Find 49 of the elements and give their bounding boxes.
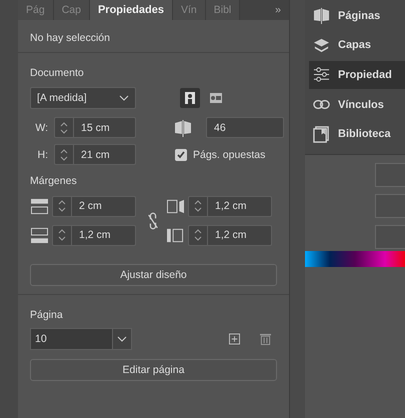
sliders-icon bbox=[313, 66, 330, 84]
margin-field[interactable]: 1,2 cm bbox=[52, 224, 136, 246]
margin-field[interactable]: 1,2 cm bbox=[188, 196, 272, 216]
margin-field[interactable]: 1,2 cm bbox=[188, 224, 272, 246]
trash-icon[interactable] bbox=[260, 333, 271, 345]
pages-icon bbox=[174, 118, 192, 136]
add-page-icon[interactable] bbox=[229, 333, 240, 345]
height-label: H: bbox=[36, 148, 48, 160]
portrait-page-icon bbox=[184, 91, 196, 105]
dock-panel-button[interactable]: Capas bbox=[309, 32, 405, 60]
pages-icon bbox=[313, 7, 330, 24]
dock-panel-button[interactable]: Biblioteca bbox=[309, 120, 405, 148]
preset-dropdown[interactable]: [A medida] bbox=[30, 87, 136, 109]
width-field[interactable]: 15 cm bbox=[54, 117, 136, 138]
dock-panel-button[interactable]: Vínculos bbox=[309, 90, 405, 118]
spinner-icon[interactable] bbox=[194, 228, 202, 242]
top-margin-icon bbox=[30, 198, 49, 214]
dock-panel-button[interactable]: Páginas bbox=[309, 2, 405, 30]
selection-status: No hay selección bbox=[30, 32, 111, 44]
edit-page-button[interactable]: Editar página bbox=[30, 359, 277, 381]
layers-icon bbox=[313, 36, 330, 54]
spinner-icon[interactable] bbox=[60, 120, 68, 134]
section-title: Márgenes bbox=[30, 175, 78, 187]
broken-chain-icon[interactable] bbox=[147, 210, 159, 230]
section-title: Documento bbox=[30, 67, 85, 79]
facing-pages-checkbox[interactable] bbox=[175, 148, 187, 160]
height-field[interactable]: 21 cm bbox=[54, 144, 136, 165]
portrait-button[interactable] bbox=[180, 88, 200, 108]
dock-panel-button[interactable]: Propiedad bbox=[309, 61, 405, 89]
spinner-icon[interactable] bbox=[58, 199, 66, 213]
more-tabs-button[interactable]: » bbox=[267, 0, 289, 20]
facing-pages-label: Págs. opuestas bbox=[193, 148, 266, 160]
book-icon bbox=[313, 126, 330, 143]
caret-icon bbox=[117, 336, 127, 342]
spinner-icon[interactable] bbox=[58, 228, 66, 242]
spinner-icon[interactable] bbox=[60, 148, 68, 162]
section-title: Página bbox=[30, 309, 64, 321]
margin-field[interactable]: 2 cm bbox=[52, 196, 136, 216]
panel-tab[interactable]: Propiedades bbox=[90, 0, 173, 20]
pages-field[interactable]: 46 bbox=[206, 117, 284, 138]
left-margin-icon bbox=[166, 226, 185, 244]
caret-icon bbox=[119, 95, 129, 101]
right-margin-icon bbox=[166, 198, 185, 214]
bottom-margin-icon bbox=[30, 226, 49, 244]
adjust-layout-button[interactable]: Ajustar diseño bbox=[30, 264, 277, 286]
landscape-page-icon bbox=[209, 92, 223, 104]
page-dropdown[interactable]: 10 bbox=[30, 328, 132, 350]
spinner-icon[interactable] bbox=[194, 199, 202, 213]
width-label: W: bbox=[34, 122, 48, 134]
